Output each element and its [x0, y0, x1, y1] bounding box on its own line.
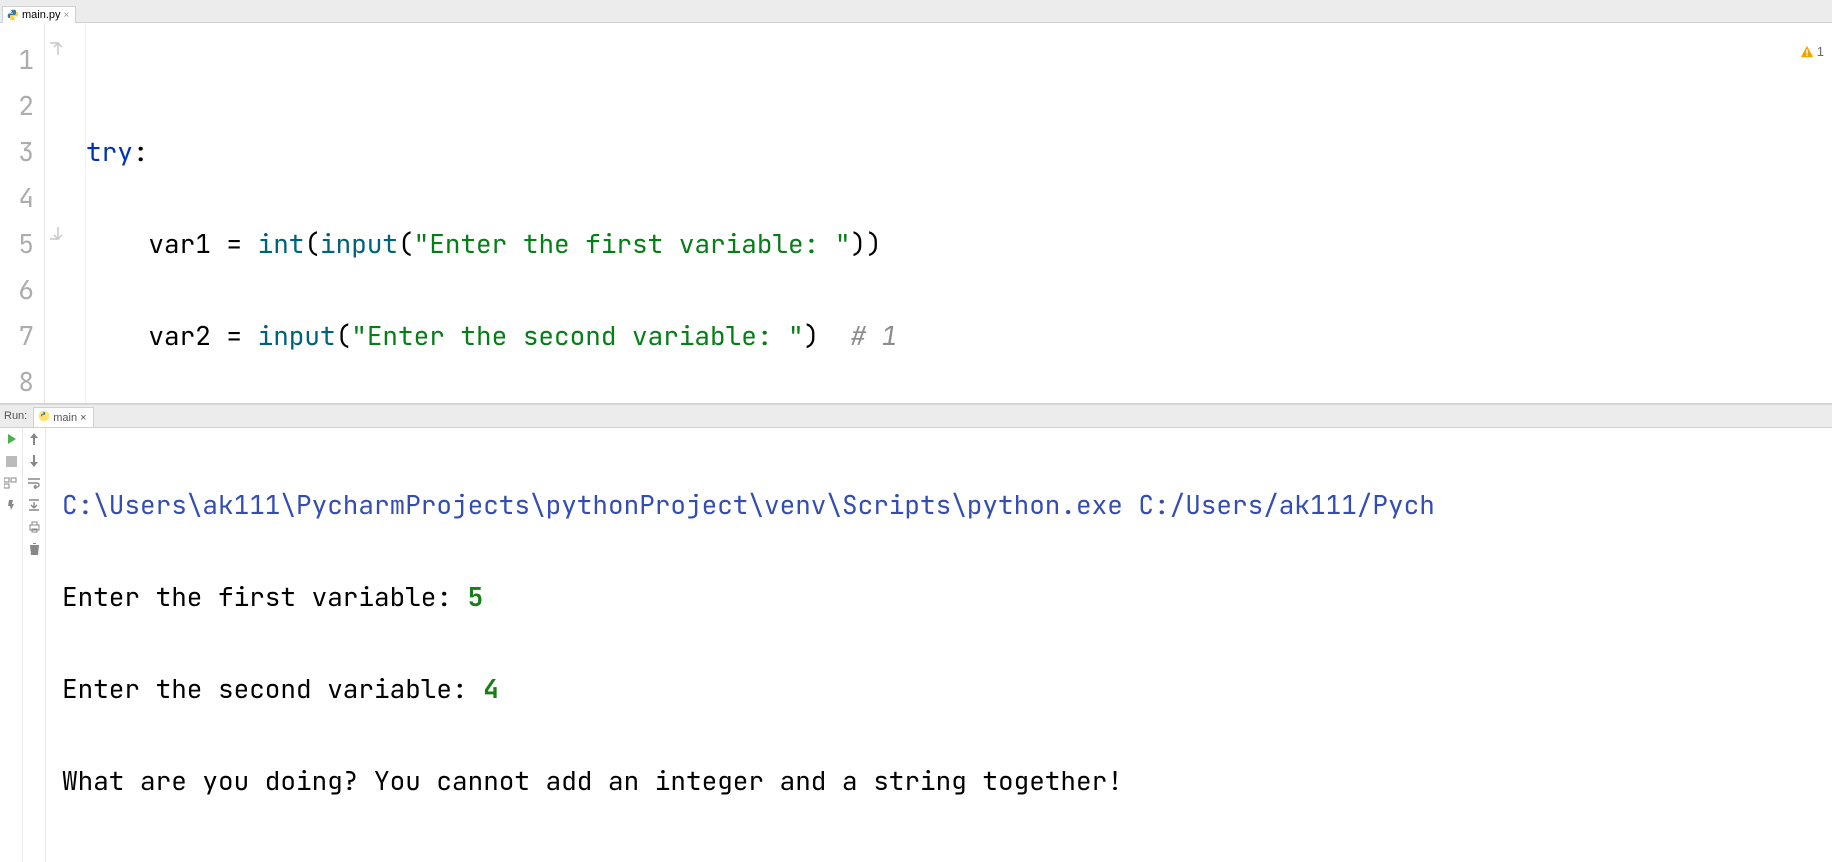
up-arrow-icon[interactable] [27, 432, 41, 446]
trash-icon[interactable] [27, 542, 41, 556]
run-label: Run: [0, 410, 33, 422]
console-line: C:\Users\ak111\PycharmProjects\pythonPro… [62, 482, 1832, 528]
console-line: What are you doing? You cannot add an in… [62, 758, 1832, 804]
down-arrow-icon[interactable] [27, 454, 41, 468]
line-number: 5 [0, 221, 44, 267]
code-editor[interactable]: 1 2 3 4 5 6 7 8 1 try: var1 = int(input(… [0, 23, 1832, 404]
code-area[interactable]: 1 try: var1 = int(input("Enter the first… [86, 23, 1832, 403]
console-line: Enter the second variable: 4 [62, 666, 1832, 712]
python-run-icon [38, 410, 50, 425]
soft-wrap-icon[interactable] [27, 476, 41, 490]
console-output[interactable]: C:\Users\ak111\PycharmProjects\pythonPro… [46, 428, 1832, 862]
layout-settings-icon[interactable] [4, 476, 18, 490]
fold-column [45, 23, 86, 403]
console-line: Enter the first variable: 5 [62, 574, 1832, 620]
run-toolwindow: C:\Users\ak111\PycharmProjects\pythonPro… [0, 428, 1832, 862]
editor-tab-main[interactable]: main.py × [2, 6, 76, 23]
code-line: var2 = input("Enter the second variable:… [86, 313, 1832, 359]
warning-count: 1 [1817, 29, 1824, 75]
run-tab-name: main [53, 412, 77, 424]
python-file-icon [7, 9, 19, 21]
run-sidebar-right [23, 428, 46, 862]
line-number: 7 [0, 313, 44, 359]
run-tab-main[interactable]: main × [33, 407, 93, 427]
line-number: 4 [0, 175, 44, 221]
line-number: 6 [0, 267, 44, 313]
line-number-gutter: 1 2 3 4 5 6 7 8 [0, 23, 45, 403]
line-number: 3 [0, 129, 44, 175]
ide-window: main.py × 1 2 3 4 5 6 7 8 1 t [0, 0, 1832, 862]
line-number: 8 [0, 359, 44, 405]
warning-icon [1800, 45, 1814, 59]
editor-tab-filename: main.py [22, 9, 61, 21]
scroll-to-end-icon[interactable] [27, 498, 41, 512]
code-line: try: [86, 129, 1832, 175]
inspection-warning-badge[interactable]: 1 [1800, 29, 1824, 75]
line-number: 2 [0, 83, 44, 129]
stop-icon[interactable] [4, 454, 18, 468]
editor-tabbar: main.py × [0, 0, 1832, 23]
line-number: 1 [0, 37, 44, 83]
close-icon[interactable]: × [64, 10, 70, 21]
pin-icon[interactable] [4, 498, 18, 512]
console-line [62, 850, 1832, 862]
close-icon[interactable]: × [80, 412, 86, 424]
rerun-icon[interactable] [4, 432, 18, 446]
run-toolwindow-header: Run: main × [0, 404, 1832, 428]
fold-handle-icon[interactable] [49, 41, 69, 59]
print-icon[interactable] [27, 520, 41, 534]
code-line: var1 = int(input("Enter the first variab… [86, 221, 1832, 267]
run-sidebar-left [0, 428, 23, 862]
fold-handle-icon[interactable] [49, 225, 69, 243]
